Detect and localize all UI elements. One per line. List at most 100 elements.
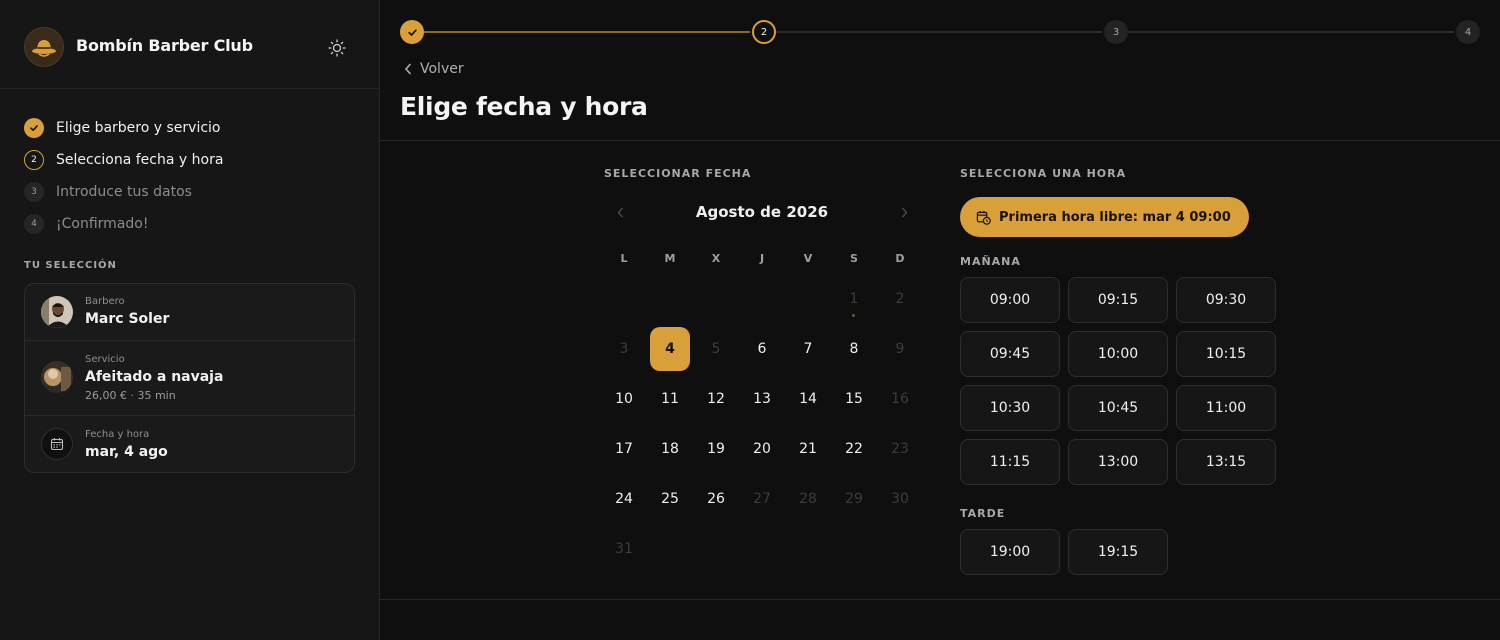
calendar-day[interactable]: 6 — [742, 327, 782, 371]
date-section-label: SELECCIONAR FECHA — [604, 167, 752, 180]
first-free-slot-button[interactable]: Primera hora libre: mar 4 09:00 — [960, 197, 1249, 237]
calendar-day[interactable]: 13 — [742, 377, 782, 421]
progress-step-1[interactable] — [400, 20, 424, 44]
day-number: 1 — [849, 291, 859, 307]
calendar-day[interactable]: 20 — [742, 427, 782, 471]
calendar-day[interactable]: 25 — [650, 477, 690, 521]
day-number: 4 — [665, 341, 675, 357]
progress-bar: 2 3 4 — [400, 20, 1480, 44]
time-slot-button[interactable]: 10:15 — [1176, 331, 1276, 377]
day-number: 12 — [707, 391, 725, 407]
weekday-header: M — [664, 252, 676, 265]
calendar-day[interactable]: 15 — [834, 377, 874, 421]
time-slot-button[interactable]: 19:15 — [1068, 529, 1168, 575]
progress-segment — [1126, 31, 1454, 33]
weekday-header: L — [620, 252, 628, 265]
day-number: 7 — [803, 341, 813, 357]
check-icon — [407, 28, 417, 36]
time-section-label: SELECCIONA UNA HORA — [960, 167, 1127, 180]
calendar-day[interactable]: 10 — [604, 377, 644, 421]
progress-step-3[interactable]: 3 — [1104, 20, 1128, 44]
header-divider — [380, 140, 1500, 141]
time-slot-button[interactable]: 09:00 — [960, 277, 1060, 323]
calendar-day: 30 — [880, 477, 920, 521]
progress-segment — [774, 31, 1102, 33]
day-number: 19 — [707, 441, 725, 457]
main-content: 2 3 4 Volver Elige fecha y hora SELECCIO… — [380, 0, 1500, 640]
day-number: 15 — [845, 391, 863, 407]
day-number: 23 — [891, 441, 909, 457]
calendar-icon — [41, 428, 73, 460]
footer-divider — [380, 599, 1500, 600]
day-number: 29 — [845, 491, 863, 507]
time-slot-button[interactable]: 09:15 — [1068, 277, 1168, 323]
calendar-day[interactable]: 24 — [604, 477, 644, 521]
day-number: 20 — [753, 441, 771, 457]
progress-step-4[interactable]: 4 — [1456, 20, 1480, 44]
calendar-day[interactable]: 19 — [696, 427, 736, 471]
calendar-day[interactable]: 7 — [788, 327, 828, 371]
day-number: 6 — [757, 341, 767, 357]
weekday-header: D — [895, 252, 905, 265]
step-label: ¡Confirmado! — [56, 216, 149, 232]
time-slot-button[interactable]: 10:30 — [960, 385, 1060, 431]
time-slot-button[interactable]: 09:30 — [1176, 277, 1276, 323]
time-slot-button[interactable]: 11:00 — [1176, 385, 1276, 431]
calendar-day[interactable]: 14 — [788, 377, 828, 421]
day-number: 28 — [799, 491, 817, 507]
calendar-day: 2 — [880, 277, 920, 321]
day-number: 14 — [799, 391, 817, 407]
calendar-day: 5 — [696, 327, 736, 371]
time-slot-button[interactable]: 10:00 — [1068, 331, 1168, 377]
time-slot-button[interactable]: 11:15 — [960, 439, 1060, 485]
chevron-left-icon — [404, 63, 411, 75]
calendar-day: 23 — [880, 427, 920, 471]
calendar-day[interactable]: 26 — [696, 477, 736, 521]
calendar-day[interactable]: 21 — [788, 427, 828, 471]
progress-segment-done — [424, 31, 750, 33]
theme-toggle-button[interactable] — [325, 36, 349, 60]
step-label: Selecciona fecha y hora — [56, 152, 224, 168]
afternoon-label: TARDE — [960, 507, 1006, 520]
calendar-month: Agosto de 2026 — [695, 203, 829, 221]
service-caption: Servicio — [85, 354, 125, 365]
calendar-day: 31 — [604, 527, 644, 571]
weekday-header: S — [850, 252, 858, 265]
calendar-day[interactable]: 12 — [696, 377, 736, 421]
barber-caption: Barbero — [85, 296, 125, 307]
progress-step-2[interactable]: 2 — [752, 20, 776, 44]
step-number: 2 — [24, 150, 44, 170]
brand-header: Bombín Barber Club — [0, 0, 379, 89]
calendar-day[interactable]: 8 — [834, 327, 874, 371]
service-avatar — [41, 361, 73, 393]
back-label: Volver — [420, 61, 464, 77]
step-list: Elige barbero y servicio 2 Selecciona fe… — [24, 112, 223, 240]
calendar-day[interactable]: 11 — [650, 377, 690, 421]
step-select-date[interactable]: 2 Selecciona fecha y hora — [24, 144, 223, 176]
calendar-day: 28 — [788, 477, 828, 521]
selection-datetime: Fecha y hora mar, 4 ago — [25, 416, 354, 472]
time-slot-button[interactable]: 19:00 — [960, 529, 1060, 575]
step-confirmed[interactable]: 4 ¡Confirmado! — [24, 208, 223, 240]
calendar-day[interactable]: 17 — [604, 427, 644, 471]
weekday-header: J — [759, 252, 765, 265]
step-enter-details[interactable]: 3 Introduce tus datos — [24, 176, 223, 208]
step-choose-barber[interactable]: Elige barbero y servicio — [24, 112, 223, 144]
selection-card: Barbero Marc Soler Servicio Afeitado a n… — [24, 283, 355, 473]
time-slot-button[interactable]: 13:00 — [1068, 439, 1168, 485]
time-slot-button[interactable]: 09:45 — [960, 331, 1060, 377]
time-slot-button[interactable]: 13:15 — [1176, 439, 1276, 485]
calendar-day[interactable]: 22 — [834, 427, 874, 471]
day-number: 24 — [615, 491, 633, 507]
weekday-header: V — [803, 252, 813, 265]
time-slot-button[interactable]: 10:45 — [1068, 385, 1168, 431]
next-month-button[interactable] — [892, 200, 916, 224]
calendar-day[interactable]: 18 — [650, 427, 690, 471]
calendar-day-selected[interactable]: 4 — [650, 327, 690, 371]
day-number: 31 — [615, 541, 633, 557]
back-link[interactable]: Volver — [404, 61, 464, 77]
service-price-duration: 26,00 € · 35 min — [85, 389, 176, 402]
brand-logo — [24, 27, 64, 67]
day-number: 2 — [895, 291, 905, 307]
barber-name: Marc Soler — [85, 311, 170, 327]
